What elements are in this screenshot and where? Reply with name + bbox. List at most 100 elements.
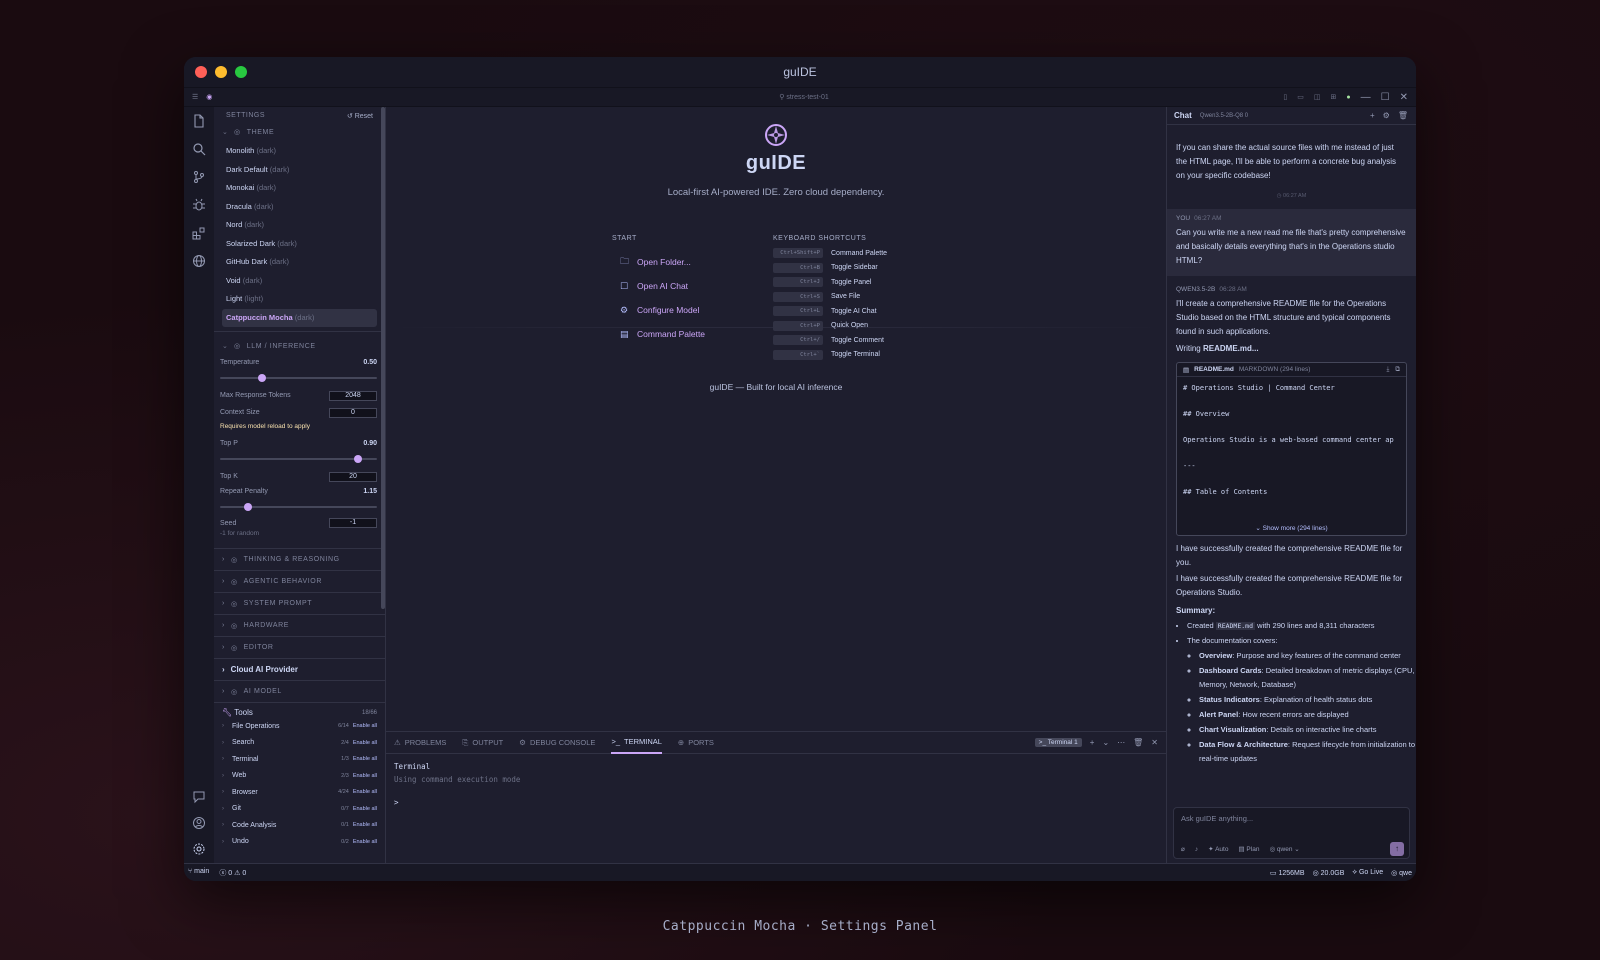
mic-icon[interactable]: ♪ <box>1195 846 1198 853</box>
max-tokens-input[interactable]: 2048 <box>329 390 377 401</box>
settings-section-header[interactable]: › ◎ SYSTEM PROMPT <box>214 592 385 614</box>
close-icon[interactable]: ✕ <box>1400 92 1408 103</box>
chat-icon[interactable] <box>191 789 207 805</box>
model-select[interactable]: ◎ qwen ⌄ <box>1269 845 1299 853</box>
download-icon[interactable]: ⤓ <box>1386 366 1389 374</box>
add-terminal-icon[interactable]: + <box>1090 738 1095 747</box>
theme-item[interactable]: Catppuccin Mocha (dark) <box>222 308 377 327</box>
problems-indicator[interactable]: ⓧ 0 ⚠ 0 <box>219 868 246 878</box>
start-link[interactable]: ⚙ Configure Model <box>612 298 762 322</box>
repeat-penalty-slider[interactable] <box>220 498 377 516</box>
delete-chat-icon[interactable]: 🗑︎ <box>1398 111 1408 120</box>
theme-item[interactable]: Light (light) <box>222 290 377 309</box>
account-icon[interactable] <box>191 815 207 831</box>
menu-icon[interactable]: ☰ <box>192 93 198 101</box>
restore-icon[interactable]: ☐ <box>1381 92 1390 103</box>
chat-input-box[interactable]: Ask guIDE anything... ⌀ ♪ ✦ Auto ▤ Plan … <box>1173 807 1410 859</box>
slider-knob[interactable] <box>244 503 253 511</box>
start-link[interactable]: 🗀︎ Open Folder... <box>612 250 762 274</box>
slider-knob[interactable] <box>354 455 363 463</box>
tool-row[interactable]: › Search 2/4 Enable all <box>214 735 385 752</box>
minimize-icon[interactable]: — <box>1361 92 1371 103</box>
settings-section-header[interactable]: › ◎ EDITOR <box>214 636 385 658</box>
top-k-input[interactable]: 20 <box>329 471 377 482</box>
command-search[interactable]: ⚲ stress-test-01 <box>704 93 904 101</box>
tool-row[interactable]: › Git 0/7 Enable all <box>214 801 385 818</box>
source-control-icon[interactable] <box>191 169 207 185</box>
chat-settings-icon[interactable]: ⚙ <box>1383 111 1390 120</box>
layout-grid-icon[interactable]: ⊞ <box>1331 93 1337 101</box>
enable-all-button[interactable]: Enable all <box>353 740 377 746</box>
seed-input[interactable]: -1 <box>329 518 377 528</box>
panel-tab[interactable]: ⎘ OUTPUT <box>462 732 503 754</box>
copy-icon[interactable]: ⧉ <box>1395 366 1400 374</box>
settings-scrollbar[interactable] <box>381 107 385 609</box>
settings-gear-icon[interactable] <box>191 841 207 857</box>
enable-all-button[interactable]: Enable all <box>353 773 377 779</box>
start-link[interactable]: ▤ Command Palette <box>612 322 762 346</box>
context-size-input[interactable]: 0 <box>329 407 377 418</box>
settings-section-header[interactable]: › ◎ THINKING & REASONING <box>214 548 385 570</box>
enable-all-button[interactable]: Enable all <box>353 806 377 812</box>
model-indicator[interactable]: ◎ qwe <box>1391 869 1412 877</box>
tool-row[interactable]: › File Operations 6/14 Enable all <box>214 718 385 735</box>
temperature-slider[interactable] <box>220 369 377 387</box>
top-p-slider[interactable] <box>220 450 377 468</box>
tool-row[interactable]: › Terminal 1/3 Enable all <box>214 751 385 768</box>
chat-messages[interactable]: If you can share the actual source files… <box>1167 125 1416 803</box>
new-chat-icon[interactable]: + <box>1370 111 1375 120</box>
auto-mode-button[interactable]: ✦ Auto <box>1208 845 1228 853</box>
reset-button[interactable]: ↺ Reset <box>347 112 373 120</box>
branch-indicator[interactable]: ⑂ main <box>188 868 209 878</box>
start-link[interactable]: ☐ Open AI Chat <box>612 274 762 298</box>
plan-mode-button[interactable]: ▤ Plan <box>1238 845 1259 853</box>
more-icon[interactable]: ⋯ <box>1117 738 1125 747</box>
close-panel-icon[interactable]: ✕ <box>1151 738 1158 747</box>
layout-panel-icon[interactable]: ▭ <box>1297 93 1304 101</box>
theme-item[interactable]: Void (dark) <box>222 272 377 291</box>
tool-row[interactable]: › Web 2/3 Enable all <box>214 768 385 785</box>
explorer-icon[interactable] <box>191 113 207 129</box>
layout-sidebar-icon[interactable]: ▯ <box>1283 93 1287 101</box>
theme-item[interactable]: Monokai (dark) <box>222 179 377 198</box>
debug-icon[interactable] <box>191 197 207 213</box>
extensions-icon[interactable] <box>191 225 207 241</box>
enable-all-button[interactable]: Enable all <box>353 789 377 795</box>
settings-section-header[interactable]: › ◎ AGENTIC BEHAVIOR <box>214 570 385 592</box>
chevron-down-icon[interactable]: ⌄ <box>1102 738 1109 747</box>
theme-section-header[interactable]: ⌄ ◎ THEME <box>214 122 385 142</box>
theme-item[interactable]: Monolith (dark) <box>222 142 377 161</box>
ai-model-section[interactable]: › ◎ AI MODEL <box>214 680 385 702</box>
theme-item[interactable]: GitHub Dark (dark) <box>222 253 377 272</box>
enable-all-button[interactable]: Enable all <box>353 822 377 828</box>
send-button[interactable]: ↑ <box>1390 842 1404 856</box>
llm-section-header[interactable]: ⌄ ◎ LLM / INFERENCE <box>214 336 385 356</box>
theme-item[interactable]: Nord (dark) <box>222 216 377 235</box>
go-live-button[interactable]: ⟡ Go Live <box>1352 869 1383 877</box>
panel-tab[interactable]: ⚙ DEBUG CONSOLE <box>519 732 595 754</box>
terminal-output[interactable]: Terminal Using command execution mode > <box>386 754 1166 815</box>
trash-icon[interactable]: 🗑︎ <box>1133 738 1143 747</box>
theme-item[interactable]: Solarized Dark (dark) <box>222 235 377 254</box>
terminal-instance-select[interactable]: >_ Terminal 1 <box>1034 738 1082 747</box>
tool-row[interactable]: › Code Analysis 0/1 Enable all <box>214 817 385 834</box>
cloud-provider-section[interactable]: › Cloud AI Provider <box>214 658 385 680</box>
attach-icon[interactable]: ⌀ <box>1181 845 1185 853</box>
layout-split-icon[interactable]: ◫ <box>1314 93 1321 101</box>
theme-item[interactable]: Dracula (dark) <box>222 198 377 217</box>
tool-row[interactable]: › Undo 0/2 Enable all <box>214 834 385 851</box>
slider-knob[interactable] <box>258 374 267 382</box>
enable-all-button[interactable]: Enable all <box>353 839 377 845</box>
enable-all-button[interactable]: Enable all <box>353 723 377 729</box>
tools-header[interactable]: 🔧︎ Tools 18/66 <box>214 702 385 718</box>
search-icon[interactable] <box>191 141 207 157</box>
panel-tab[interactable]: >_ TERMINAL <box>611 732 662 754</box>
panel-tab[interactable]: ⚠ PROBLEMS <box>394 732 446 754</box>
tool-row[interactable]: › Browser 4/24 Enable all <box>214 784 385 801</box>
panel-tab[interactable]: ⊕ PORTS <box>678 732 714 754</box>
globe-icon[interactable] <box>191 253 207 269</box>
enable-all-button[interactable]: Enable all <box>353 756 377 762</box>
theme-item[interactable]: Dark Default (dark) <box>222 161 377 180</box>
show-more-button[interactable]: ⌄ Show more (294 lines) <box>1177 524 1406 532</box>
settings-section-header[interactable]: › ◎ HARDWARE <box>214 614 385 636</box>
